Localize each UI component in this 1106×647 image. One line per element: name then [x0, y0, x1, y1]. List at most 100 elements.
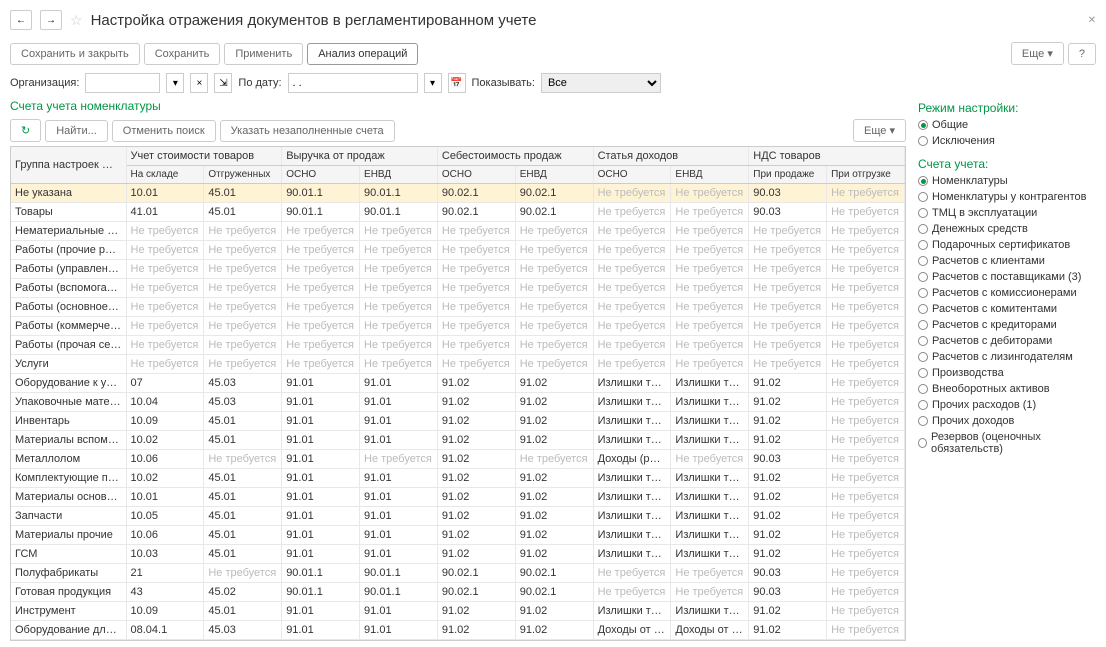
table-cell[interactable]: 90.03 [749, 564, 827, 583]
table-row[interactable]: Работы (вспомогательное ...Не требуетсяН… [11, 279, 905, 298]
table-cell[interactable]: 90.01.1 [282, 583, 360, 602]
more-button[interactable]: Еще ▾ [1011, 42, 1064, 65]
table-cell[interactable]: Не требуется [126, 317, 204, 336]
table-cell[interactable]: Не требуется [282, 317, 360, 336]
org-link-icon[interactable]: ⇲ [214, 73, 232, 93]
table-cell[interactable]: Металлолом [11, 450, 126, 469]
table-cell[interactable]: Не требуется [126, 260, 204, 279]
table-cell[interactable]: Не требуется [827, 469, 905, 488]
table-cell[interactable]: 91.01 [282, 450, 360, 469]
table-cell[interactable]: 91.02 [515, 621, 593, 640]
table-cell[interactable]: Не требуется [437, 279, 515, 298]
table-row[interactable]: Товары41.0145.0190.01.190.01.190.02.190.… [11, 203, 905, 222]
account-option[interactable]: Расчетов с клиентами [918, 253, 1094, 269]
table-cell[interactable]: Оборудование к установке [11, 374, 126, 393]
table-cell[interactable]: Не требуется [827, 545, 905, 564]
account-option[interactable]: Прочих расходов (1) [918, 397, 1094, 413]
table-cell[interactable]: 91.01 [360, 545, 438, 564]
table-cell[interactable]: 91.01 [282, 602, 360, 621]
date-dropdown-icon[interactable]: ▾ [424, 73, 442, 93]
table-more-button[interactable]: Еще ▾ [853, 119, 906, 142]
table-cell[interactable]: 10.02 [126, 469, 204, 488]
table-cell[interactable]: 10.04 [126, 393, 204, 412]
table-cell[interactable]: 91.02 [749, 393, 827, 412]
table-cell[interactable]: 91.02 [515, 526, 593, 545]
table-cell[interactable]: 91.01 [360, 374, 438, 393]
table-cell[interactable]: Не требуется [437, 241, 515, 260]
table-cell[interactable]: Не требуется [360, 222, 438, 241]
table-cell[interactable]: Не требуется [515, 279, 593, 298]
table-cell[interactable]: Не требуется [204, 260, 282, 279]
table-cell[interactable]: 90.02.1 [515, 583, 593, 602]
table-cell[interactable]: 43 [126, 583, 204, 602]
table-cell[interactable]: Не требуется [515, 222, 593, 241]
table-cell[interactable]: Доходы от продажи (в... [671, 621, 749, 640]
table-cell[interactable]: 91.02 [515, 507, 593, 526]
table-cell[interactable]: Не требуется [437, 336, 515, 355]
table-cell[interactable]: Не требуется [204, 564, 282, 583]
table-cell[interactable]: Не требуется [593, 203, 671, 222]
table-cell[interactable]: Не требуется [827, 526, 905, 545]
table-cell[interactable]: Не требуется [204, 298, 282, 317]
table-cell[interactable]: 91.02 [515, 393, 593, 412]
table-cell[interactable]: Не требуется [593, 298, 671, 317]
table-cell[interactable]: Не требуется [126, 336, 204, 355]
table-cell[interactable]: Не требуется [827, 602, 905, 621]
table-cell[interactable]: 90.03 [749, 583, 827, 602]
table-cell[interactable]: 90.02.1 [515, 184, 593, 203]
table-cell[interactable]: Не требуется [515, 317, 593, 336]
table-cell[interactable]: 45.02 [204, 583, 282, 602]
table-cell[interactable]: Не требуется [827, 374, 905, 393]
table-cell[interactable]: 91.02 [749, 374, 827, 393]
table-row[interactable]: Оборудование к установке0745.0391.0191.0… [11, 374, 905, 393]
help-button[interactable]: ? [1068, 43, 1096, 65]
table-cell[interactable]: Не требуется [515, 450, 593, 469]
table-cell[interactable]: Не требуется [360, 241, 438, 260]
table-cell[interactable]: 91.01 [282, 469, 360, 488]
table-cell[interactable]: 10.05 [126, 507, 204, 526]
table-cell[interactable]: 45.01 [204, 488, 282, 507]
table-cell[interactable]: Работы (коммерческие ра... [11, 317, 126, 336]
table-row[interactable]: Инвентарь10.0945.0191.0191.0191.0291.02И… [11, 412, 905, 431]
table-cell[interactable]: Излишки товарно-мате... [671, 488, 749, 507]
table-cell[interactable]: Излишки товарно-мате... [671, 374, 749, 393]
table-cell[interactable]: Излишки товарно-мате... [593, 374, 671, 393]
table-cell[interactable]: Не требуется [671, 222, 749, 241]
table-cell[interactable]: 91.01 [282, 621, 360, 640]
table-cell[interactable]: Не требуется [360, 260, 438, 279]
table-cell[interactable]: 91.01 [360, 488, 438, 507]
table-cell[interactable]: 91.02 [749, 602, 827, 621]
table-cell[interactable]: Излишки товарно-мате... [593, 469, 671, 488]
table-cell[interactable]: Не требуется [827, 583, 905, 602]
table-cell[interactable]: Не требуется [827, 621, 905, 640]
table-cell[interactable]: Материалы основные [11, 488, 126, 507]
table-cell[interactable]: 91.02 [749, 507, 827, 526]
table-cell[interactable]: Не требуется [593, 317, 671, 336]
table-cell[interactable]: Излишки товарно-мате... [593, 412, 671, 431]
table-cell[interactable]: Инвентарь [11, 412, 126, 431]
table-cell[interactable]: 08.04.1 [126, 621, 204, 640]
table-cell[interactable]: Не требуется [749, 336, 827, 355]
table-cell[interactable]: Излишки товарно-мате... [671, 507, 749, 526]
table-cell[interactable]: 45.01 [204, 469, 282, 488]
table-row[interactable]: Работы (прочая себестоим...Не требуетсяН… [11, 336, 905, 355]
table-cell[interactable]: 90.03 [749, 203, 827, 222]
table-cell[interactable]: Не требуется [671, 241, 749, 260]
table-cell[interactable]: Излишки товарно-мате... [593, 507, 671, 526]
table-cell[interactable]: Излишки товарно-мате... [671, 412, 749, 431]
table-cell[interactable]: 91.02 [437, 526, 515, 545]
table-cell[interactable]: Не требуется [827, 184, 905, 203]
table-cell[interactable]: Инструмент [11, 602, 126, 621]
table-cell[interactable]: 10.01 [126, 184, 204, 203]
account-option[interactable]: Резервов (оценочных обязательств) [918, 429, 1094, 457]
mode-option[interactable]: Общие [918, 117, 1094, 133]
table-cell[interactable]: Не требуется [360, 317, 438, 336]
table-cell[interactable]: Работы (прочая себестоим... [11, 336, 126, 355]
table-cell[interactable]: Оборудование для собств... [11, 621, 126, 640]
table-cell[interactable]: Не требуется [204, 222, 282, 241]
table-cell[interactable]: Не требуется [515, 298, 593, 317]
table-cell[interactable]: 90.02.1 [437, 583, 515, 602]
table-cell[interactable]: Не требуется [282, 279, 360, 298]
table-cell[interactable]: 91.01 [282, 431, 360, 450]
table-cell[interactable]: Излишки товарно-мате... [671, 431, 749, 450]
